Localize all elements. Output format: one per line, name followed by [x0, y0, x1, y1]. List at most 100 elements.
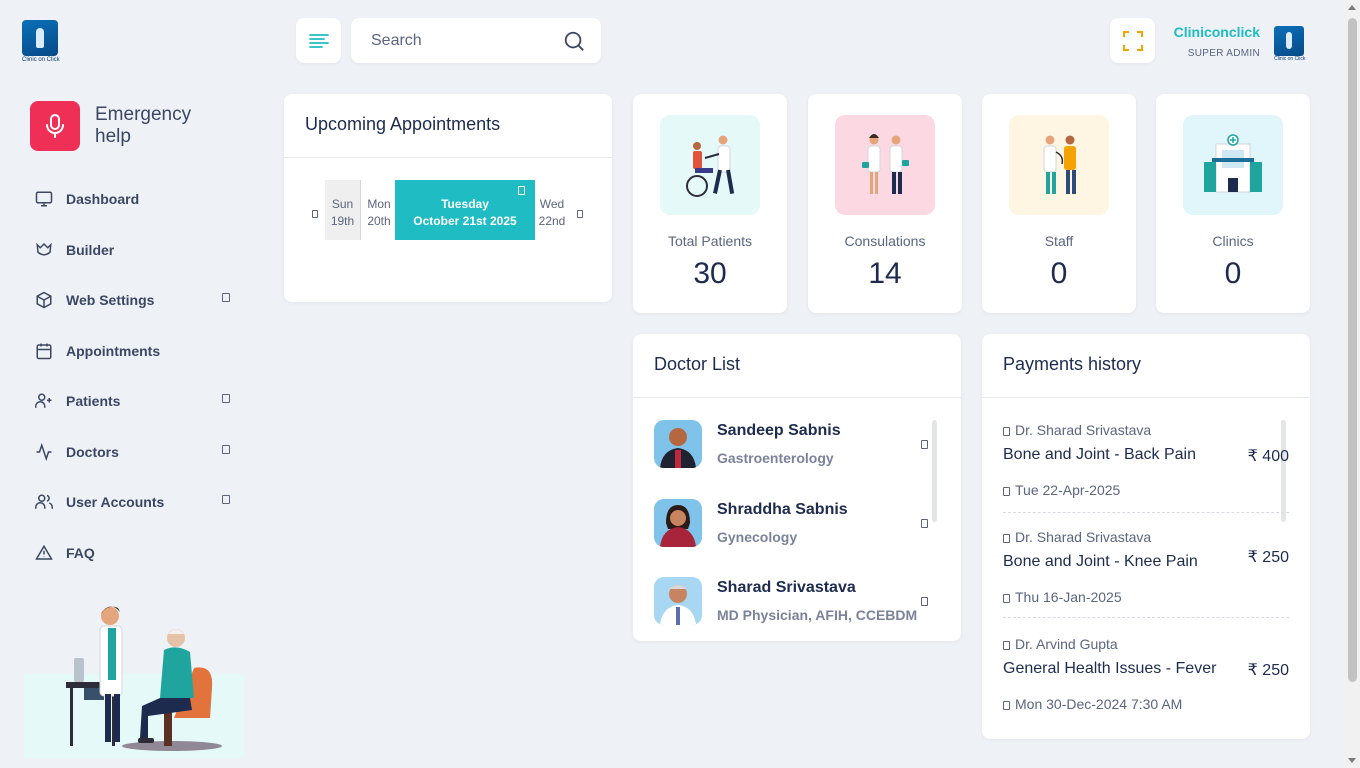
- payment-date: Thu 16-Jan-2025: [1003, 589, 1122, 605]
- day-name: Wed: [539, 197, 565, 211]
- sidebar-item-appointments[interactable]: Appointments: [34, 326, 234, 377]
- payment-date-text: Thu 16-Jan-2025: [1015, 589, 1122, 605]
- sidebar-item-builder[interactable]: Builder: [34, 225, 234, 276]
- day-date: 19th: [330, 214, 355, 228]
- calendar-icon: [34, 341, 54, 361]
- avatar-logo-icon: [1274, 26, 1304, 56]
- doctor-specialty: Gynecology: [717, 529, 798, 545]
- search-input[interactable]: [351, 18, 556, 63]
- doctor-photo: [654, 577, 702, 625]
- payment-item[interactable]: Dr. Arvind Gupta General Health Issues -…: [1003, 636, 1289, 736]
- sidebar-item-label: Dashboard: [66, 191, 140, 208]
- stat-value: 30: [693, 257, 727, 290]
- day-name: Sun: [331, 197, 354, 211]
- payment-doctor-name: Dr. Arvind Gupta: [1015, 636, 1118, 652]
- chevron-down-icon: [222, 495, 230, 504]
- stat-card-staff[interactable]: Staff 0: [982, 94, 1136, 313]
- stat-label: Total Patients: [667, 233, 753, 249]
- payment-date: Tue 22-Apr-2025: [1003, 482, 1120, 498]
- chevron-right-icon: [921, 440, 928, 449]
- divider: [1003, 512, 1289, 513]
- doctor-item[interactable]: Sharad Srivastava MD Physician, AFIH, CC…: [654, 577, 944, 637]
- day-selected[interactable]: Tuesday October 21st 2025: [395, 180, 535, 240]
- menu-toggle-button[interactable]: [296, 18, 341, 63]
- scroll-up-icon[interactable]: [1348, 5, 1356, 10]
- day-date: October 21st 2025: [413, 214, 517, 228]
- sidebar-item-user-accounts[interactable]: User Accounts: [34, 477, 234, 528]
- day-name: Mon: [367, 197, 391, 211]
- scroll-thumb[interactable]: [1348, 18, 1357, 682]
- day-name: Tuesday: [441, 197, 489, 211]
- day-date: 22nd: [538, 214, 566, 228]
- sidebar-item-patients[interactable]: Patients: [34, 376, 234, 427]
- stat-value: 0: [1050, 257, 1068, 290]
- search-icon[interactable]: [563, 30, 585, 57]
- doctor-list-title: Doctor List: [633, 334, 961, 398]
- payment-amount: ₹ 250: [1247, 549, 1289, 566]
- day-sunday[interactable]: Sun 19th: [325, 180, 361, 240]
- doctor-photo: [654, 420, 702, 468]
- payments-title: Payments history: [982, 334, 1310, 398]
- doctor-patient-illustration: [24, 598, 244, 758]
- chevron-right-icon: [921, 519, 928, 528]
- upcoming-appointments-card: Upcoming Appointments Sun 19th Mon 20th …: [284, 94, 612, 302]
- avatar[interactable]: Clinic on Click: [1274, 26, 1306, 62]
- sidebar-item-dashboard[interactable]: Dashboard: [34, 174, 234, 225]
- doctor-item[interactable]: Sandeep Sabnis Gastroenterology: [654, 420, 944, 480]
- avatar-text: Clinic on Click: [1274, 56, 1306, 62]
- scroll-down-icon[interactable]: [1348, 758, 1356, 763]
- microphone-icon: [30, 101, 80, 151]
- sidebar-item-label: Patients: [66, 393, 121, 410]
- doctors-consultation-icon: [835, 115, 935, 215]
- sidebar-item-web-settings[interactable]: Web Settings: [34, 275, 234, 326]
- stat-card-clinics[interactable]: Clinics 0: [1156, 94, 1310, 313]
- sidebar-item-label: Appointments: [66, 342, 161, 359]
- chevron-down-icon: [222, 394, 230, 403]
- payment-doctor-name: Dr. Sharad Srivastava: [1015, 422, 1152, 438]
- payment-title: Bone and Joint - Back Pain: [1003, 446, 1197, 463]
- payment-title: Bone and Joint - Knee Pain: [1003, 553, 1198, 570]
- payment-doctor: Dr. Arvind Gupta: [1003, 636, 1118, 652]
- search-bar: [351, 18, 601, 63]
- sidebar-item-doctors[interactable]: Doctors: [34, 427, 234, 478]
- fullscreen-button[interactable]: [1110, 18, 1155, 63]
- doctor-name: Sharad Srivastava: [717, 579, 856, 596]
- staff-icon: [1009, 115, 1109, 215]
- payment-item[interactable]: Dr. Sharad Srivastava Bone and Joint - B…: [1003, 422, 1289, 522]
- sidebar-item-label: Doctors: [66, 443, 119, 460]
- payment-doctor: Dr. Sharad Srivastava: [1003, 422, 1151, 438]
- doctor-item[interactable]: Shraddha Sabnis Gynecology: [654, 499, 944, 559]
- day-monday[interactable]: Mon 20th: [364, 180, 394, 240]
- sidebar-item-label: Builder: [66, 241, 115, 258]
- user-icon: [1003, 641, 1010, 650]
- doctor-photo: [654, 499, 702, 547]
- user-info[interactable]: Cliniconclick SUPER ADMIN: [1170, 24, 1260, 59]
- calendar-icon: [1003, 487, 1010, 496]
- cube-icon: [34, 290, 54, 310]
- user-plus-icon: [34, 391, 54, 411]
- page-scrollbar[interactable]: [1345, 0, 1360, 768]
- stat-value: 14: [868, 257, 902, 290]
- logo-text: Clinic on Click: [22, 57, 60, 63]
- payment-item[interactable]: Dr. Sharad Srivastava Bone and Joint - K…: [1003, 529, 1289, 629]
- sidebar-item-label: User Accounts: [66, 494, 165, 511]
- chevron-left-icon[interactable]: [312, 210, 318, 218]
- chevron-right-icon[interactable]: [577, 210, 583, 218]
- stat-label: Clinics: [1212, 233, 1254, 249]
- payment-date-text: Mon 30-Dec-2024 7:30 AM: [1015, 696, 1183, 712]
- user-icon: [1003, 427, 1010, 436]
- calendar-icon: [1003, 701, 1010, 710]
- payment-date-text: Tue 22-Apr-2025: [1015, 482, 1121, 498]
- sidebar-nav: Dashboard Builder Web Settings Appointme…: [34, 174, 234, 578]
- doctor-name: Sandeep Sabnis: [717, 422, 841, 439]
- builder-icon: [34, 240, 54, 260]
- doctor-specialty: Gastroenterology: [717, 450, 834, 466]
- day-wednesday[interactable]: Wed 22nd: [537, 180, 567, 240]
- emergency-help-button[interactable]: Emergency help: [30, 100, 250, 152]
- stat-card-total-patients[interactable]: Total Patients 30: [633, 94, 787, 313]
- payment-doctor-name: Dr. Sharad Srivastava: [1015, 529, 1152, 545]
- stat-card-consultations[interactable]: Consulations 14: [808, 94, 962, 313]
- sidebar-item-faq[interactable]: FAQ: [34, 528, 234, 579]
- divider: [1003, 617, 1289, 618]
- brand-logo[interactable]: Clinic on Click: [22, 20, 60, 64]
